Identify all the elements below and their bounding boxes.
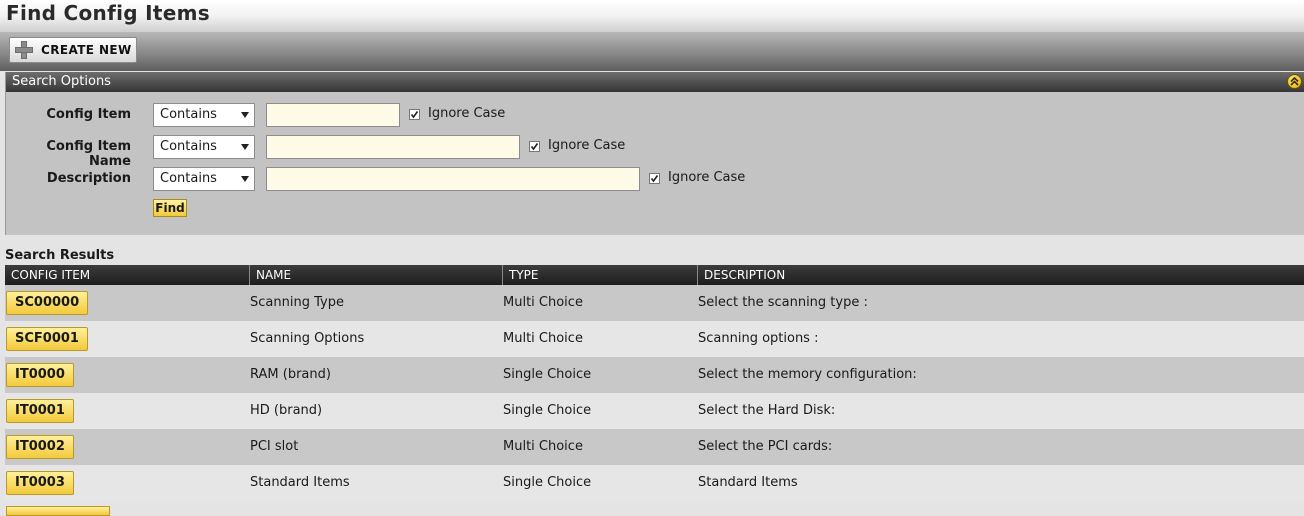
- description-label: Description: [46, 171, 131, 186]
- type-cell: Multi Choice: [503, 295, 583, 310]
- type-cell: Single Choice: [503, 475, 592, 490]
- name-cell: Standard Items: [250, 475, 350, 490]
- config-item-name-operator-select[interactable]: Contains: [153, 135, 255, 159]
- config-item-name-operator-value: Contains: [160, 139, 217, 154]
- description-cell: Select the Hard Disk:: [698, 403, 836, 418]
- name-cell: Scanning Type: [250, 295, 344, 310]
- config-item-link-partial[interactable]: [6, 506, 110, 516]
- config-item-ignore-case-label: Ignore Case: [428, 106, 506, 121]
- search-results-table: CONFIG ITEM NAME TYPE DESCRIPTION SC0000…: [5, 265, 1304, 501]
- search-options-title: Search Options: [12, 74, 111, 89]
- config-item-link[interactable]: SC00000: [6, 291, 89, 315]
- plus-icon: [15, 41, 33, 59]
- dropdown-arrow-icon: [241, 112, 249, 118]
- config-item-name-input[interactable]: [266, 135, 520, 159]
- table-row: SCF0001 Scanning Options Multi Choice Sc…: [5, 321, 1304, 357]
- title-bar: Find Config Items: [0, 0, 1304, 32]
- type-cell: Single Choice: [503, 367, 592, 382]
- type-cell: Multi Choice: [503, 439, 583, 454]
- name-cell: RAM (brand): [250, 367, 331, 382]
- name-cell: Scanning Options: [250, 331, 365, 346]
- table-row: IT0003 Standard Items Single Choice Stan…: [5, 465, 1304, 501]
- config-item-link[interactable]: IT0003: [6, 471, 74, 495]
- dropdown-arrow-icon: [241, 144, 249, 150]
- dropdown-arrow-icon: [241, 176, 249, 182]
- config-item-link[interactable]: SCF0001: [6, 327, 88, 351]
- description-operator-value: Contains: [160, 171, 217, 186]
- description-cell: Select the memory configuration:: [698, 367, 917, 382]
- type-cell: Multi Choice: [503, 331, 583, 346]
- column-header-name[interactable]: NAME: [250, 265, 503, 285]
- description-cell: Select the PCI cards:: [698, 439, 833, 454]
- page-title: Find Config Items: [6, 1, 210, 25]
- table-header: CONFIG ITEM NAME TYPE DESCRIPTION: [5, 265, 1304, 285]
- config-item-name-ignore-case-label: Ignore Case: [548, 138, 626, 153]
- create-new-button[interactable]: CREATE NEW: [9, 37, 137, 63]
- table-row: IT0000 RAM (brand) Single Choice Select …: [5, 357, 1304, 393]
- checkmark-icon: [410, 111, 419, 119]
- description-ignore-case-checkbox[interactable]: [649, 173, 660, 184]
- search-results-title: Search Results: [5, 248, 115, 263]
- toolbar: CREATE NEW: [0, 32, 1304, 71]
- name-cell: HD (brand): [250, 403, 323, 418]
- column-header-config-item[interactable]: CONFIG ITEM: [5, 265, 250, 285]
- type-cell: Single Choice: [503, 403, 592, 418]
- description-ignore-case-label: Ignore Case: [668, 170, 746, 185]
- create-new-label: CREATE NEW: [41, 43, 132, 57]
- config-item-ignore-case-checkbox[interactable]: [409, 109, 420, 120]
- search-options-panel: Search Options Config Item Contains Igno…: [5, 72, 1304, 235]
- checkmark-icon: [650, 175, 659, 183]
- config-item-link[interactable]: IT0000: [6, 363, 74, 387]
- search-options-header: Search Options: [6, 72, 1304, 92]
- config-item-operator-select[interactable]: Contains: [153, 103, 255, 127]
- column-header-description[interactable]: DESCRIPTION: [698, 265, 1304, 285]
- config-item-name-label: Config Item Name: [46, 139, 131, 169]
- find-button[interactable]: Find: [153, 199, 187, 217]
- description-cell: Scanning options :: [698, 331, 819, 346]
- name-cell: PCI slot: [250, 439, 299, 454]
- collapse-icon[interactable]: [1287, 74, 1302, 89]
- config-item-label: Config Item: [46, 107, 131, 122]
- config-item-input[interactable]: [266, 103, 400, 127]
- description-input[interactable]: [266, 167, 640, 191]
- table-row: IT0001 HD (brand) Single Choice Select t…: [5, 393, 1304, 429]
- checkmark-icon: [530, 143, 539, 151]
- config-item-operator-value: Contains: [160, 107, 217, 122]
- description-cell: Select the scanning type :: [698, 295, 868, 310]
- config-item-link[interactable]: IT0002: [6, 435, 74, 459]
- table-row: IT0002 PCI slot Multi Choice Select the …: [5, 429, 1304, 465]
- table-row: SC00000 Scanning Type Multi Choice Selec…: [5, 285, 1304, 321]
- description-cell: Standard Items: [698, 475, 798, 490]
- config-item-link[interactable]: IT0001: [6, 399, 74, 423]
- config-item-name-ignore-case-checkbox[interactable]: [529, 141, 540, 152]
- description-operator-select[interactable]: Contains: [153, 167, 255, 191]
- column-header-type[interactable]: TYPE: [503, 265, 698, 285]
